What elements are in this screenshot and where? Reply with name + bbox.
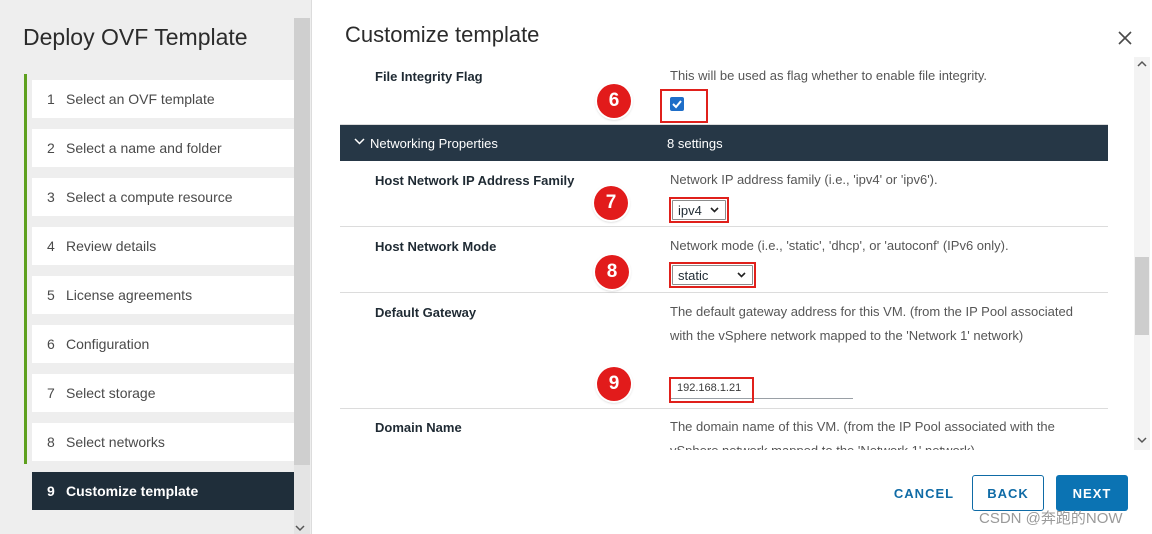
chevron-down-icon[interactable]	[1137, 437, 1147, 444]
step-label: Configuration	[66, 336, 150, 352]
page-title: Customize template	[345, 22, 540, 47]
chevron-down-icon	[710, 207, 719, 213]
step-label: Customize template	[66, 483, 199, 499]
step-label: Select a name and folder	[66, 140, 222, 156]
networking-properties-header[interactable]: Networking Properties 8 settings	[340, 125, 1108, 161]
chevron-down-icon[interactable]	[295, 525, 305, 532]
sidebar-scrollbar-thumb[interactable]	[294, 18, 310, 465]
content-scrollbar-thumb[interactable]	[1135, 257, 1149, 335]
section-count: 8 settings	[667, 136, 723, 151]
ip-family-select[interactable]: ipv4	[672, 200, 726, 220]
content-scrollbar[interactable]	[1134, 57, 1150, 450]
wizard-title: Deploy OVF Template	[23, 24, 248, 50]
file-integrity-row: File Integrity Flag This will be used as…	[340, 59, 1108, 125]
back-button[interactable]: BACK	[972, 475, 1044, 511]
step-1[interactable]: 1 Select an OVF template	[32, 80, 294, 118]
chevron-down-icon	[737, 272, 746, 278]
annotation-badge-8: 8	[595, 255, 629, 289]
step-5[interactable]: 5 License agreements	[32, 276, 294, 314]
step-label: License agreements	[66, 287, 193, 303]
step-8[interactable]: 8 Select networks	[32, 423, 294, 461]
default-gateway-label: Default Gateway	[375, 305, 477, 320]
step-list: 1 Select an OVF template 2 Select a name a…	[32, 80, 294, 521]
chevron-down-icon	[354, 138, 365, 145]
domain-name-row: Domain Name The domain name of this VM. …	[340, 409, 1108, 450]
step-6[interactable]: 6 Configuration	[32, 325, 294, 363]
step-label: Select a compute resource	[66, 189, 233, 205]
step-label: Select an OVF template	[66, 91, 215, 107]
domain-name-label: Domain Name	[375, 420, 462, 435]
highlight-box	[669, 377, 754, 403]
annotation-badge-6: 6	[597, 84, 631, 118]
next-button[interactable]: NEXT	[1056, 475, 1128, 511]
ip-family-label: Host Network IP Address Family	[375, 173, 575, 188]
domain-name-description: The domain name of this VM. (from the IP…	[670, 419, 1055, 450]
progress-bar	[24, 74, 27, 464]
network-mode-row: Host Network Mode Network mode (i.e., 's…	[340, 227, 1108, 293]
cancel-button[interactable]: CANCEL	[890, 475, 958, 511]
highlight-box	[660, 89, 708, 123]
step-label: Review details	[66, 238, 157, 254]
properties-panel: File Integrity Flag This will be used as…	[340, 59, 1108, 450]
checkmark-icon	[672, 100, 682, 109]
network-mode-select[interactable]: static	[672, 265, 753, 285]
watermark: CSDN @奔跑的NOW	[979, 510, 1123, 527]
network-mode-label: Host Network Mode	[375, 239, 497, 254]
step-label: Select storage	[66, 385, 156, 401]
default-gateway-description: The default gateway address for this VM.…	[670, 304, 1073, 343]
step-7[interactable]: 7 Select storage	[32, 374, 294, 412]
step-label: Select networks	[66, 434, 165, 450]
ip-family-row: Host Network IP Address Family Network I…	[340, 161, 1108, 227]
network-mode-description: Network mode (i.e., 'static', 'dhcp', or…	[670, 238, 1009, 253]
step-4[interactable]: 4 Review details	[32, 227, 294, 265]
close-icon[interactable]	[1114, 27, 1136, 49]
sidebar-scrollbar[interactable]	[294, 18, 310, 534]
file-integrity-label: File Integrity Flag	[375, 69, 483, 84]
ip-family-description: Network IP address family (i.e., 'ipv4' …	[670, 172, 938, 187]
step-3[interactable]: 3 Select a compute resource	[32, 178, 294, 216]
chevron-up-icon[interactable]	[1137, 60, 1147, 67]
section-label: Networking Properties	[370, 136, 498, 151]
step-2[interactable]: 2 Select a name and folder	[32, 129, 294, 167]
default-gateway-row: Default Gateway The default gateway addr…	[340, 293, 1108, 409]
file-integrity-description: This will be used as flag whether to ena…	[670, 68, 987, 83]
step-9-active[interactable]: 9 Customize template	[32, 472, 294, 510]
annotation-badge-7: 7	[594, 186, 628, 220]
file-integrity-checkbox[interactable]	[670, 97, 684, 111]
annotation-badge-9: 9	[597, 367, 631, 401]
wizard-sidebar: Deploy OVF Template 1 Select an OVF templ…	[0, 0, 312, 534]
